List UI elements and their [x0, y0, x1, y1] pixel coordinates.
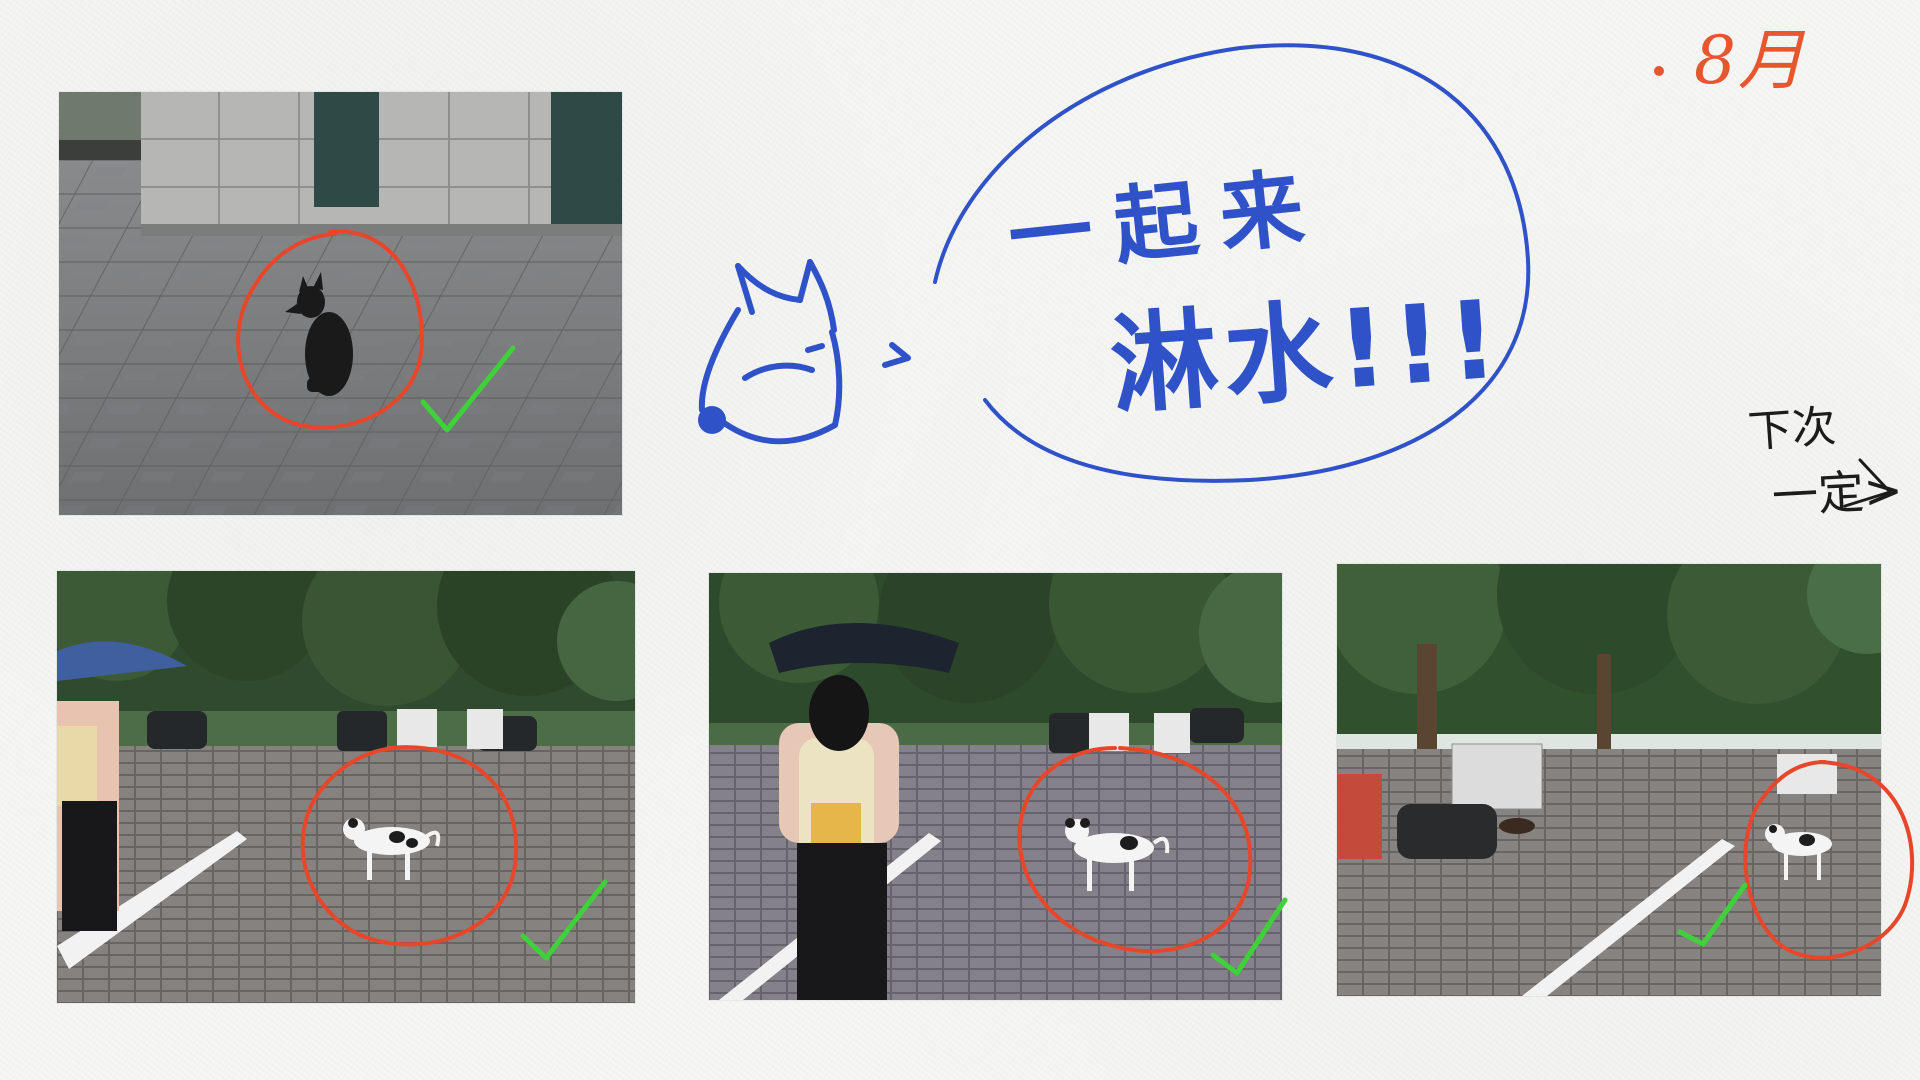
speech-bubble-line2: 淋水!!! [1106, 277, 1508, 430]
month-dot [1654, 66, 1664, 76]
side-note-line1: 下次 [1746, 400, 1838, 459]
photo-dog-facing-camera [709, 573, 1282, 1000]
photo-dog-with-umbrella-girl [57, 571, 635, 1003]
side-note-line2: 一定> [1770, 462, 1904, 524]
photo-dog-under-trees [1337, 564, 1881, 996]
month-label: 8月 [1694, 22, 1806, 99]
photo-black-dog [59, 92, 622, 515]
